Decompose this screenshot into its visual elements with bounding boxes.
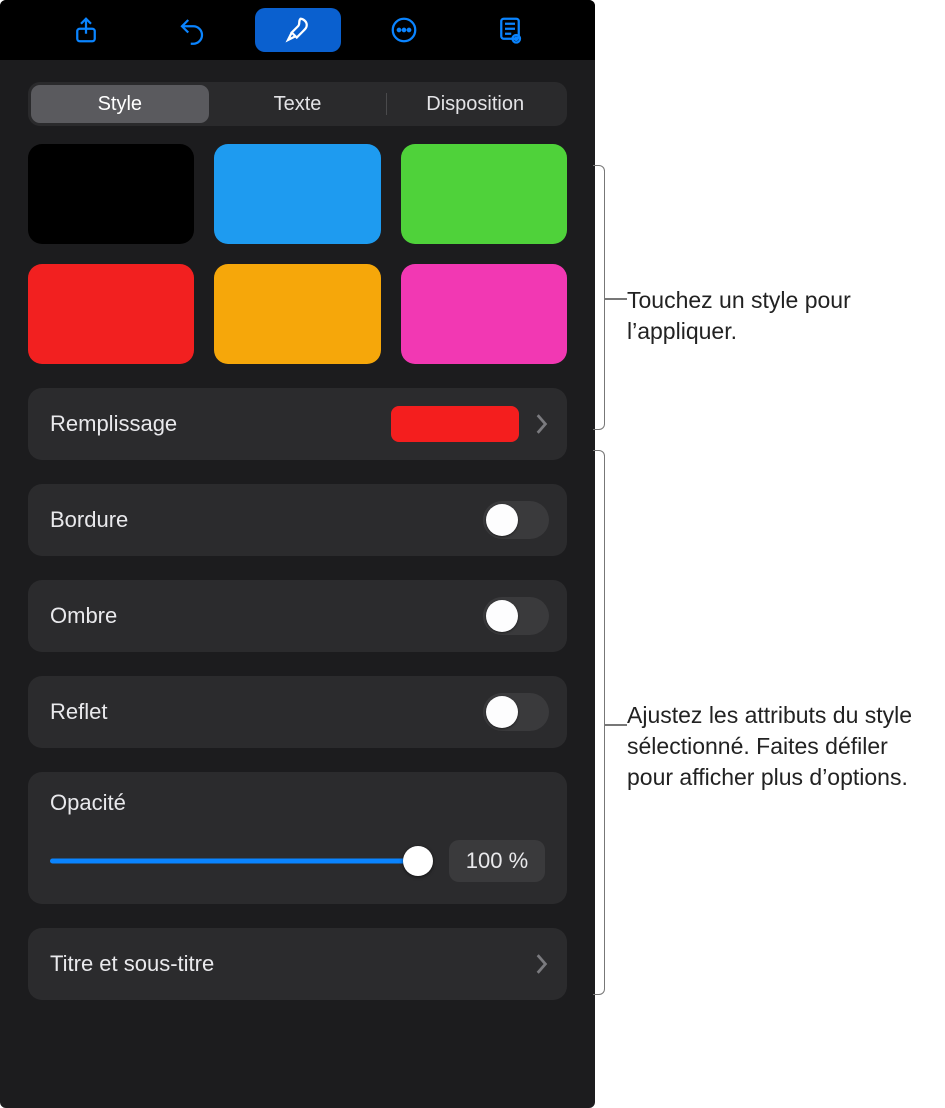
style-swatch-grid (28, 144, 567, 364)
share-button[interactable] (43, 8, 129, 52)
title-subtitle-row[interactable]: Titre et sous-titre (28, 928, 567, 1000)
style-swatch[interactable] (214, 264, 380, 364)
style-panel-body: Remplissage Bordure Ombre Reflet Opacité (0, 144, 595, 1108)
row-label: Titre et sous-titre (50, 951, 533, 977)
tab-text[interactable]: Texte (209, 85, 387, 123)
style-swatch[interactable] (28, 144, 194, 244)
tab-style[interactable]: Style (31, 85, 209, 123)
chevron-right-icon (533, 413, 549, 435)
presenter-notes-button[interactable] (467, 8, 553, 52)
style-swatch[interactable] (401, 264, 567, 364)
undo-button[interactable] (149, 8, 235, 52)
shadow-row: Ombre (28, 580, 567, 652)
shadow-toggle[interactable] (483, 597, 549, 635)
reflection-row: Reflet (28, 676, 567, 748)
top-toolbar (0, 0, 595, 60)
inspector-tabs: Style Texte Disposition (28, 82, 567, 126)
bracket-icon (593, 165, 605, 430)
bracket-icon (593, 450, 605, 995)
row-label: Bordure (50, 507, 483, 533)
format-brush-button[interactable] (255, 8, 341, 52)
tab-label: Texte (274, 93, 322, 116)
border-row: Bordure (28, 484, 567, 556)
bracket-tick-icon (605, 724, 627, 726)
row-label: Reflet (50, 699, 483, 725)
row-label: Ombre (50, 603, 483, 629)
callout-attributes: Ajustez les attributs du style sélection… (627, 700, 935, 793)
slider-thumb-icon (403, 846, 433, 876)
fill-row[interactable]: Remplissage (28, 388, 567, 460)
callout-text: Ajustez les attributs du style sélection… (627, 702, 912, 790)
bracket-tick-icon (605, 298, 627, 300)
opacity-label: Opacité (50, 790, 545, 816)
opacity-value[interactable]: 100 % (449, 840, 545, 882)
border-toggle[interactable] (483, 501, 549, 539)
format-inspector-panel: Style Texte Disposition Remplissage Bord… (0, 0, 595, 1108)
opacity-row: Opacité 100 % (28, 772, 567, 904)
style-swatch[interactable] (214, 144, 380, 244)
chevron-right-icon (533, 953, 549, 975)
more-button[interactable] (361, 8, 447, 52)
fill-color-chip (391, 406, 519, 442)
style-swatch[interactable] (401, 144, 567, 244)
callout-swatches: Touchez un style pour l’appliquer. (627, 285, 935, 347)
annotation-layer: Touchez un style pour l’appliquer. Ajust… (595, 0, 945, 1108)
fill-label: Remplissage (50, 411, 391, 437)
tab-label: Style (98, 93, 142, 116)
tab-layout[interactable]: Disposition (386, 85, 564, 123)
reflection-toggle[interactable] (483, 693, 549, 731)
opacity-slider[interactable] (50, 846, 429, 876)
slider-track (50, 859, 429, 864)
style-swatch[interactable] (28, 264, 194, 364)
callout-text: Touchez un style pour l’appliquer. (627, 287, 851, 344)
tab-label: Disposition (426, 93, 524, 116)
